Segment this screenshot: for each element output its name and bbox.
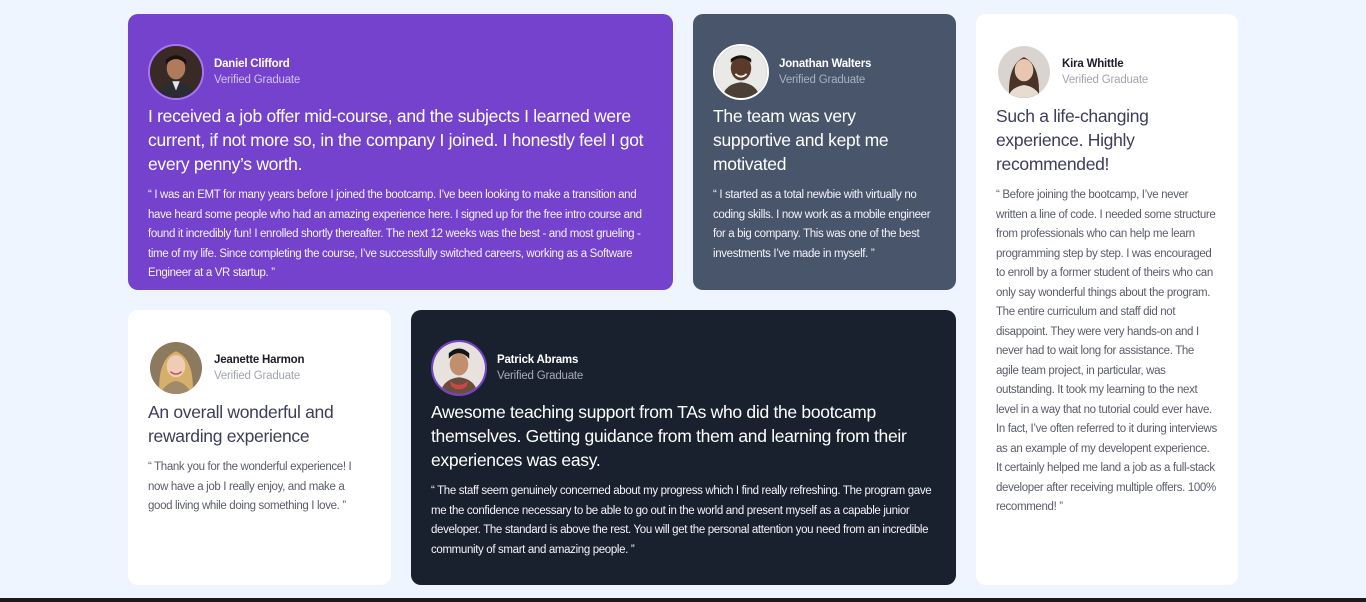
- testimonial-card-jonathan-walters: Jonathan Walters Verified Graduate The t…: [693, 14, 956, 290]
- testimonial-headline: Such a life-changing experience. Highly …: [996, 106, 1149, 174]
- author-role: Verified Graduate: [497, 370, 584, 382]
- testimonial-headline: The team was very supportive and kept me…: [713, 106, 889, 174]
- testimonial-quote: “ Before joining the bootcamp, I’ve neve…: [996, 189, 1217, 513]
- testimonial-headline: An overall wonderful and rewarding exper…: [148, 402, 334, 446]
- testimonial-headline: I received a job offer mid-course, and t…: [148, 106, 644, 174]
- author-role: Verified Graduate: [779, 74, 866, 86]
- testimonial-quote: “ I was an EMT for many years before I j…: [148, 189, 642, 279]
- avatar: [148, 44, 204, 100]
- author-name: Jeanette Harmon: [214, 354, 305, 366]
- testimonial-quote: “ Thank you for the wonderful experience…: [148, 461, 352, 512]
- avatar: [431, 340, 487, 396]
- author-role: Verified Graduate: [214, 74, 301, 86]
- testimonial-author: Daniel Clifford Verified Graduate: [148, 44, 653, 100]
- testimonial-author: Kira Whittle Verified Graduate: [996, 44, 1218, 100]
- person-avatar-icon: [150, 46, 202, 98]
- testimonial-card-daniel-clifford: Daniel Clifford Verified Graduate I rece…: [128, 14, 673, 290]
- testimonial-card-patrick-abrams: Patrick Abrams Verified Graduate Awesome…: [411, 310, 956, 585]
- author-role: Verified Graduate: [1062, 74, 1149, 86]
- testimonial-quote: “ The staff seem genuinely concerned abo…: [431, 485, 932, 556]
- testimonial-headline: Awesome teaching support from TAs who di…: [431, 402, 907, 470]
- testimonial-card-jeanette-harmon: Jeanette Harmon Verified Graduate An ove…: [128, 310, 391, 585]
- avatar: [996, 44, 1052, 100]
- author-name: Patrick Abrams: [497, 354, 579, 366]
- testimonial-author: Jeanette Harmon Verified Graduate: [148, 340, 371, 396]
- testimonial-quote: “ I started as a total newbie with virtu…: [713, 189, 931, 260]
- avatar: [713, 44, 769, 100]
- person-avatar-icon: [998, 46, 1050, 98]
- author-role: Verified Graduate: [214, 370, 301, 382]
- testimonial-author: Jonathan Walters Verified Graduate: [713, 44, 936, 100]
- person-avatar-icon: [150, 342, 202, 394]
- person-avatar-icon: [715, 46, 767, 98]
- testimonial-card-kira-whittle: Kira Whittle Verified Graduate Such a li…: [976, 14, 1238, 585]
- page-bottom-border: [0, 598, 1366, 602]
- avatar: [148, 340, 204, 396]
- author-name: Kira Whittle: [1062, 58, 1124, 70]
- testimonial-author: Patrick Abrams Verified Graduate: [431, 340, 936, 396]
- author-name: Jonathan Walters: [779, 58, 872, 70]
- author-name: Daniel Clifford: [214, 58, 290, 70]
- person-avatar-icon: [433, 342, 485, 394]
